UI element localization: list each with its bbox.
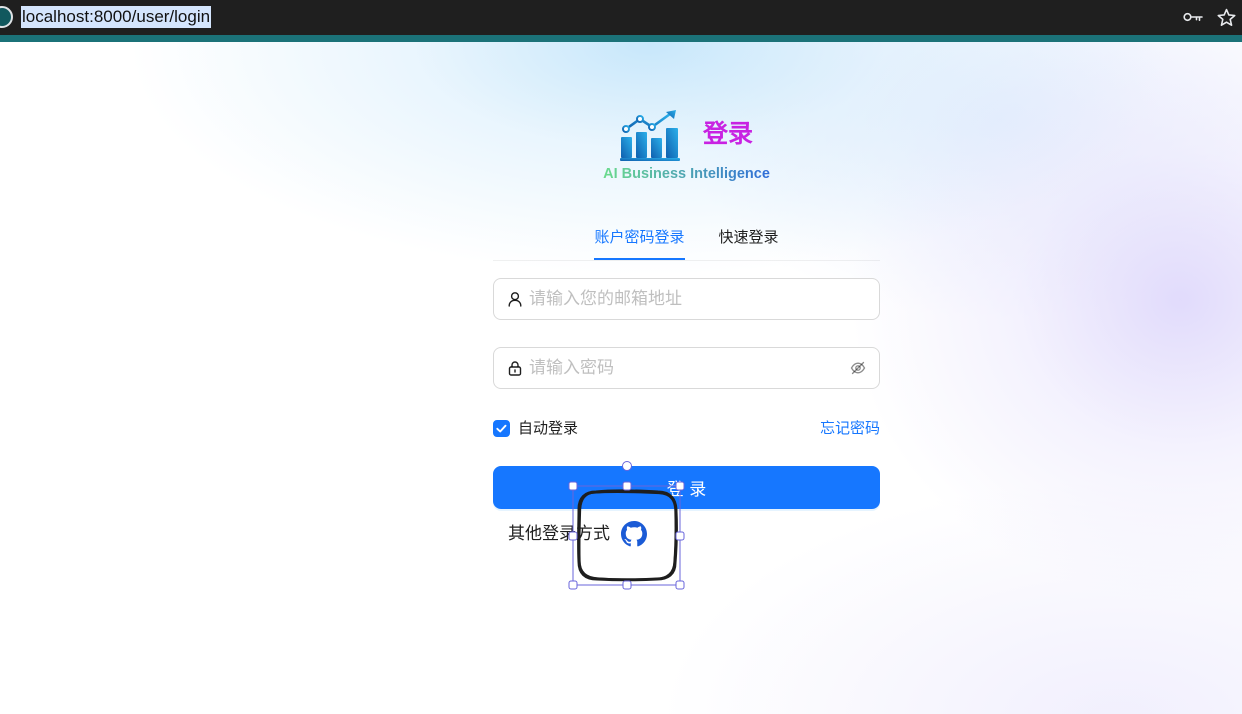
tab-account-password[interactable]: 账户密码登录 [594, 226, 685, 260]
auto-login-label[interactable]: 自动登录 [518, 418, 578, 438]
auto-login-checkbox[interactable] [493, 420, 510, 437]
site-info-icon[interactable] [0, 6, 13, 28]
forgot-password-link[interactable]: 忘记密码 [820, 418, 880, 438]
checkbox-checked-icon [496, 424, 507, 433]
login-page: localhost:8000/user/login 登录 AI Business… [0, 0, 1242, 714]
password-input[interactable] [529, 356, 842, 380]
email-field[interactable] [493, 278, 880, 320]
resize-handle-ne[interactable] [675, 481, 685, 491]
eye-invisible-icon[interactable] [850, 360, 866, 376]
url-field[interactable]: localhost:8000/user/login [21, 6, 212, 28]
selection-box [568, 461, 685, 590]
bar-chart-logo-icon [620, 110, 680, 161]
resize-handle-n[interactable] [622, 481, 632, 491]
star-icon[interactable] [1217, 8, 1236, 27]
tab-quick-login[interactable]: 快速登录 [719, 226, 779, 260]
password-field[interactable] [493, 347, 880, 389]
resize-handle-s[interactable] [622, 580, 632, 590]
browser-address-bar: localhost:8000/user/login [0, 0, 1242, 35]
login-tabs: 账户密码登录 快速登录 [493, 226, 880, 261]
user-icon [508, 292, 522, 307]
rotation-handle[interactable] [622, 461, 632, 471]
subtitle-row: AI Business Intelligence [493, 164, 880, 184]
resize-handle-nw[interactable] [568, 481, 578, 491]
brand-subtitle: AI Business Intelligence [603, 166, 770, 182]
page-title: 登录 [703, 119, 754, 148]
key-icon[interactable] [1183, 11, 1203, 23]
annotation-layer [568, 461, 685, 590]
browser-accent-line [0, 35, 1242, 42]
rounded-rectangle-shape[interactable] [577, 489, 678, 582]
selection-outline [572, 485, 681, 586]
email-input[interactable] [529, 287, 866, 311]
lock-icon [508, 361, 522, 376]
resize-handle-e[interactable] [675, 531, 685, 541]
resize-handle-se[interactable] [675, 580, 685, 590]
resize-handle-sw[interactable] [568, 580, 578, 590]
resize-handle-w[interactable] [568, 531, 578, 541]
